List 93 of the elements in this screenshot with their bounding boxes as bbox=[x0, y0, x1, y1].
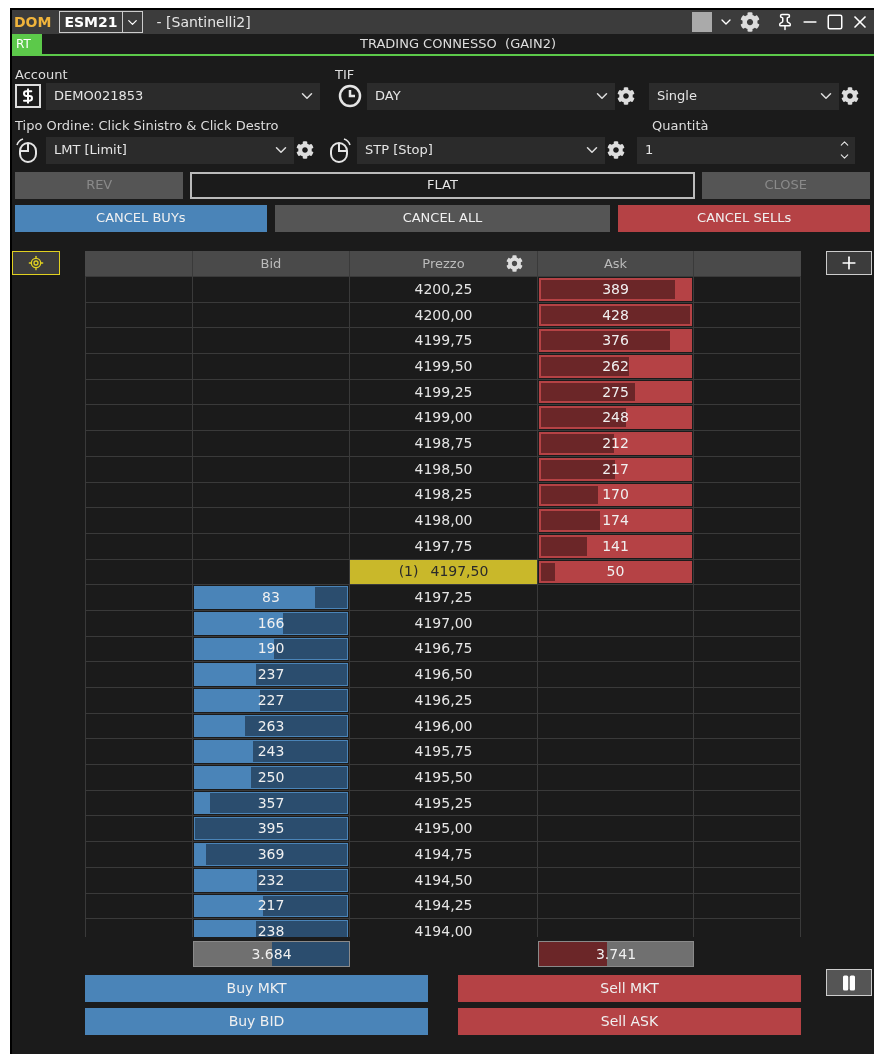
price-cell[interactable]: 4196,75 bbox=[350, 636, 538, 662]
position-button[interactable]: FLAT bbox=[190, 171, 695, 199]
order-button[interactable]: Sell MKT bbox=[458, 975, 801, 1002]
bid-size-cell[interactable]: 227 bbox=[193, 688, 350, 713]
symbol-field[interactable]: ESM21 bbox=[59, 11, 143, 33]
right-click-order-select[interactable]: STP [Stop] bbox=[357, 136, 605, 164]
price-cell[interactable]: 4197,75 bbox=[350, 533, 538, 559]
bid-total: 3.684 bbox=[193, 941, 350, 967]
ask-size-cell[interactable]: 248 bbox=[538, 405, 694, 431]
field-label: TIF bbox=[335, 66, 355, 81]
price-cell[interactable]: 4198,00 bbox=[350, 508, 538, 533]
bid-size-cell[interactable]: 238 bbox=[193, 919, 350, 937]
ask-size-cell[interactable]: 389 bbox=[538, 277, 694, 302]
left-click-order-select[interactable]: LMT [Limit] bbox=[46, 136, 294, 164]
bid-size-cell[interactable]: 243 bbox=[193, 739, 350, 765]
realtime-badge: RT bbox=[12, 34, 42, 54]
pause-button[interactable] bbox=[826, 969, 872, 996]
ask-size-cell[interactable]: 275 bbox=[538, 379, 694, 405]
add-button[interactable] bbox=[826, 251, 872, 275]
price-cell[interactable]: 4195,50 bbox=[350, 765, 538, 790]
ask-size-cell[interactable]: 174 bbox=[538, 508, 694, 533]
gear-icon[interactable] bbox=[617, 87, 635, 105]
ask-size-cell[interactable]: 262 bbox=[538, 354, 694, 379]
price-cell[interactable]: 4195,00 bbox=[350, 816, 538, 842]
price-cell[interactable]: (1) 4197,50 bbox=[350, 559, 538, 585]
bid-size-cell[interactable]: 357 bbox=[193, 790, 350, 816]
bid-size-cell[interactable]: 263 bbox=[193, 713, 350, 739]
bid-size-cell[interactable]: 369 bbox=[193, 842, 350, 867]
price-cell[interactable]: 4200,00 bbox=[350, 302, 538, 328]
price-cell[interactable]: 4198,25 bbox=[350, 482, 538, 508]
gear-icon[interactable] bbox=[841, 87, 859, 105]
bid-size-cell[interactable]: 83 bbox=[193, 585, 350, 610]
color-swatch[interactable] bbox=[692, 12, 712, 32]
bid-size-cell[interactable]: 232 bbox=[193, 867, 350, 893]
gear-icon[interactable] bbox=[740, 12, 760, 32]
price-cell[interactable]: 4199,50 bbox=[350, 354, 538, 379]
field-label: Account bbox=[15, 66, 69, 81]
price-cell[interactable]: 4199,00 bbox=[350, 405, 538, 431]
center-price-button[interactable] bbox=[12, 251, 60, 275]
bid-size-cell[interactable]: 250 bbox=[193, 765, 350, 790]
ask-size-cell[interactable]: 428 bbox=[538, 302, 694, 328]
price-cell[interactable]: 4196,50 bbox=[350, 662, 538, 687]
price-cell[interactable]: 4196,00 bbox=[350, 713, 538, 739]
ask-size-cell[interactable]: 141 bbox=[538, 533, 694, 559]
price-cell[interactable]: 4194,25 bbox=[350, 893, 538, 919]
price-cell[interactable]: 4200,25 bbox=[350, 277, 538, 302]
bid-size-cell[interactable]: 237 bbox=[193, 662, 350, 687]
price-cell[interactable]: 4194,75 bbox=[350, 842, 538, 867]
app-label: DOM bbox=[14, 12, 52, 32]
price-cell[interactable]: 4196,25 bbox=[350, 688, 538, 713]
ask-size-cell[interactable]: 212 bbox=[538, 431, 694, 456]
order-button[interactable]: Buy BID bbox=[85, 1008, 428, 1035]
window-title: - [Santinelli2] bbox=[156, 12, 251, 32]
column-header: Prezzo bbox=[350, 251, 538, 276]
maximize-icon[interactable] bbox=[826, 13, 844, 31]
order-button[interactable]: Buy MKT bbox=[85, 975, 428, 1002]
cancel-button[interactable]: CANCEL BUYs bbox=[15, 204, 267, 232]
ask-size-cell[interactable]: 170 bbox=[538, 482, 694, 508]
bid-size-cell[interactable]: 395 bbox=[193, 816, 350, 842]
crosshair-icon bbox=[28, 255, 44, 271]
price-cell[interactable]: 4194,50 bbox=[350, 867, 538, 893]
price-cell[interactable]: 4197,00 bbox=[350, 610, 538, 636]
column-header: Ask bbox=[538, 251, 694, 276]
tif-select[interactable]: DAY bbox=[367, 82, 615, 110]
gear-icon[interactable] bbox=[607, 141, 625, 159]
bid-size-cell[interactable]: 217 bbox=[193, 893, 350, 919]
price-cell[interactable]: 4197,25 bbox=[350, 585, 538, 610]
cancel-button[interactable]: CANCEL SELLs bbox=[618, 204, 870, 232]
cancel-button[interactable]: CANCEL ALL bbox=[274, 204, 611, 232]
price-cell[interactable]: 4195,75 bbox=[350, 739, 538, 765]
ask-size-cell[interactable]: 376 bbox=[538, 328, 694, 354]
field-label: Tipo Ordine: Click Sinistro & Click Destro bbox=[15, 116, 280, 135]
mode-select[interactable]: Single bbox=[649, 82, 839, 110]
pin-icon[interactable] bbox=[776, 13, 794, 31]
gear-icon[interactable] bbox=[296, 141, 314, 159]
field-label: Quantità bbox=[652, 116, 709, 135]
pause-icon bbox=[840, 973, 858, 992]
price-cell[interactable]: 4199,75 bbox=[350, 328, 538, 354]
account-select[interactable]: DEMO021853 bbox=[46, 82, 320, 110]
dollar-icon bbox=[15, 84, 41, 108]
price-cell[interactable]: 4195,25 bbox=[350, 790, 538, 816]
ask-size-cell[interactable]: 217 bbox=[538, 456, 694, 482]
column-header: Bid bbox=[193, 251, 350, 276]
clock-icon bbox=[338, 84, 362, 108]
quantity-spinner[interactable]: 1 bbox=[637, 136, 855, 164]
bid-size-cell[interactable]: 166 bbox=[193, 610, 350, 636]
price-cell[interactable]: 4199,25 bbox=[350, 379, 538, 405]
price-cell[interactable]: 4198,50 bbox=[350, 456, 538, 482]
ask-size-cell[interactable]: 50 bbox=[538, 559, 694, 585]
gear-icon[interactable] bbox=[506, 255, 523, 272]
connection-status: TRADING CONNESSO (GAIN2) bbox=[359, 35, 557, 54]
price-cell[interactable]: 4198,75 bbox=[350, 431, 538, 456]
order-button[interactable]: Sell ASK bbox=[458, 1008, 801, 1035]
